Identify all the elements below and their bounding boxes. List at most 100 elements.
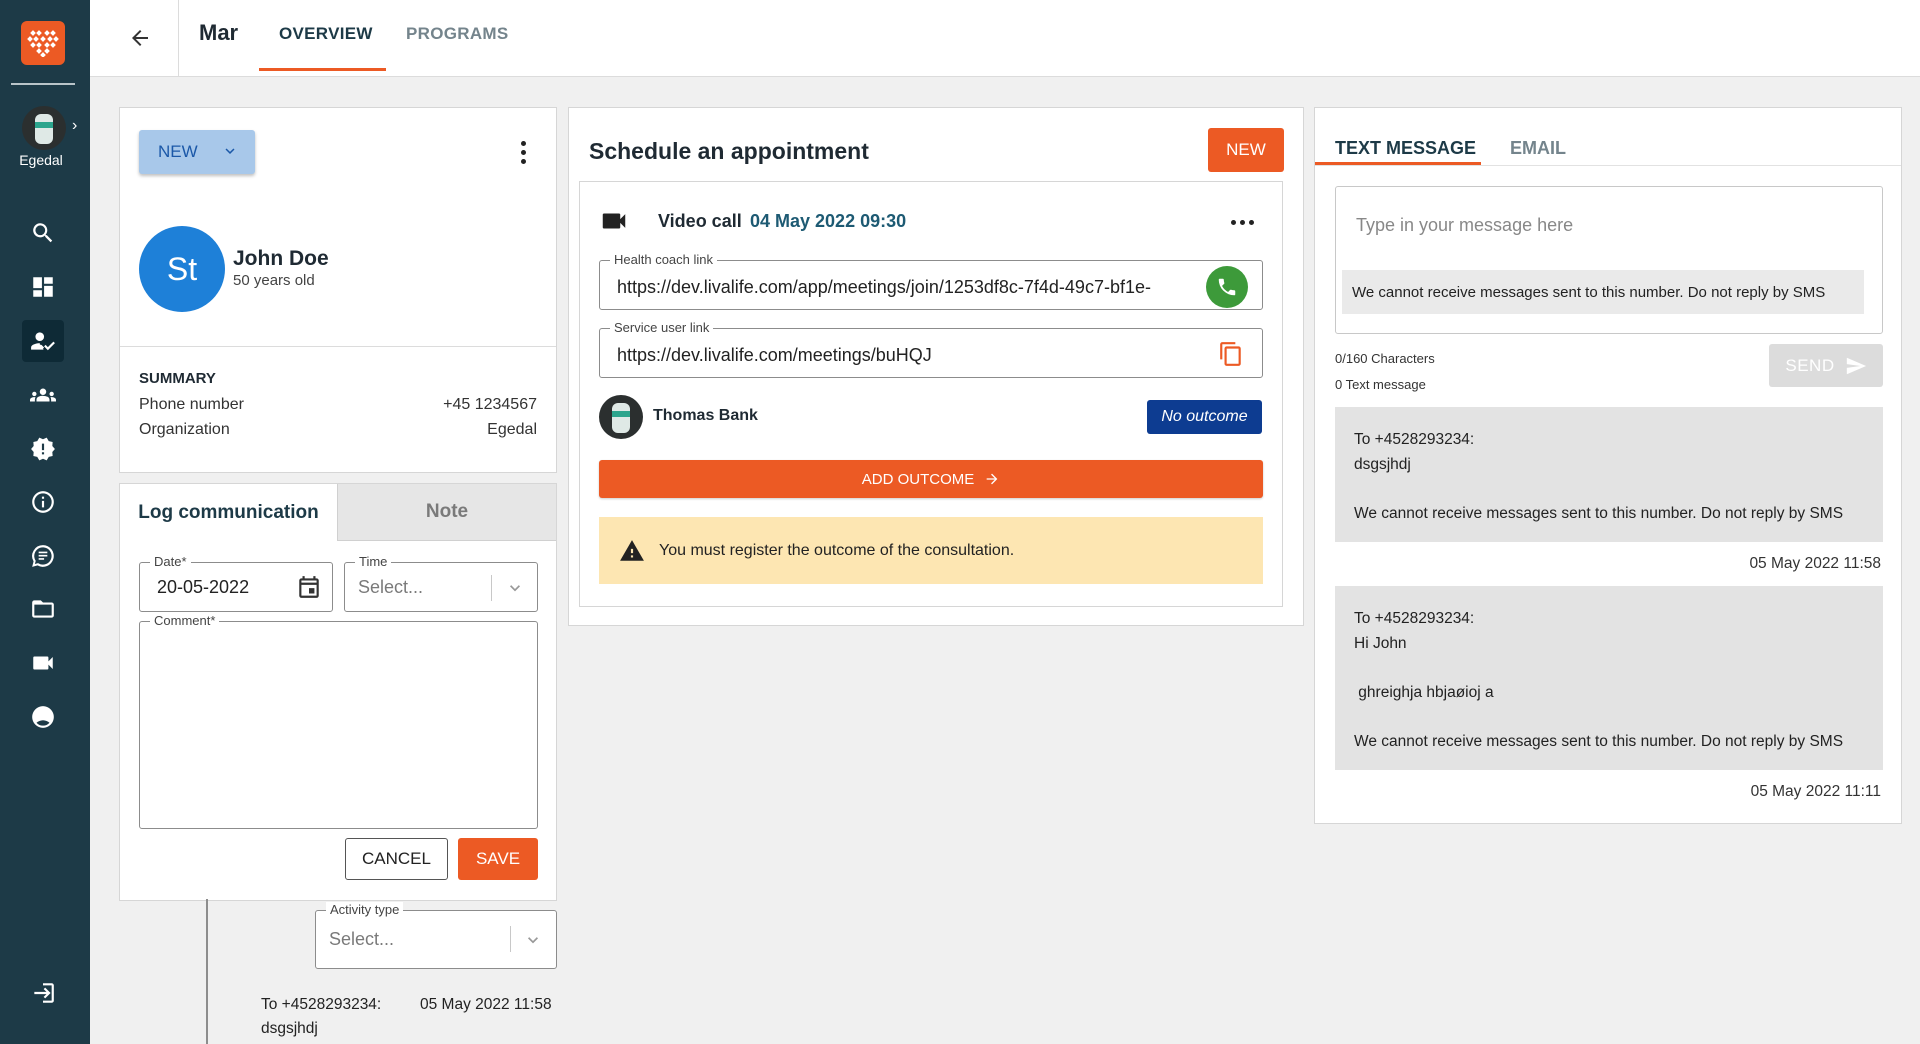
outcome-warning: You must register the outcome of the con… bbox=[599, 517, 1263, 584]
nav-folder[interactable] bbox=[22, 588, 64, 630]
patient-age: 50 years old bbox=[233, 272, 315, 289]
date-field[interactable]: Date* 20-05-2022 bbox=[139, 554, 333, 612]
date-label: Date* bbox=[150, 554, 191, 569]
user-avatar[interactable] bbox=[22, 106, 66, 150]
more-horizontal-icon[interactable] bbox=[1231, 220, 1254, 225]
summary-title: SUMMARY bbox=[139, 370, 216, 387]
patient-name: John Doe bbox=[233, 247, 329, 270]
app-logo[interactable] bbox=[21, 21, 65, 65]
nav-chat[interactable] bbox=[22, 535, 64, 577]
add-outcome-label: ADD OUTCOME bbox=[861, 470, 975, 488]
page-title: Mar bbox=[199, 20, 239, 45]
time-select[interactable]: Time Select... bbox=[344, 554, 538, 612]
message-line: ghreighja hbjaøioj a bbox=[1354, 683, 1494, 701]
send-label: SEND bbox=[1785, 355, 1835, 375]
tabs-divider bbox=[1315, 165, 1901, 166]
new-appointment-button[interactable]: NEW bbox=[1208, 128, 1284, 172]
health-coach-link-label: Health coach link bbox=[610, 252, 717, 267]
send-button[interactable]: SEND bbox=[1769, 344, 1883, 387]
chevron-down-icon bbox=[528, 937, 538, 944]
search-icon bbox=[33, 223, 53, 243]
logout-icon bbox=[34, 983, 54, 1003]
message-timestamp: 05 May 2022 11:58 bbox=[1749, 555, 1881, 572]
nav-search[interactable] bbox=[22, 212, 64, 254]
comment-textarea[interactable]: Comment* bbox=[139, 613, 538, 829]
activity-type-select[interactable]: Activity type Select... bbox=[315, 902, 557, 969]
nav-patients[interactable] bbox=[22, 320, 64, 362]
patient-card: NEW St John Doe 50 years old SUMMARY Pho… bbox=[119, 107, 557, 473]
new-dropdown-button[interactable]: NEW bbox=[139, 130, 255, 174]
service-user-link-field[interactable]: Service user link https://dev.livalife.c… bbox=[599, 320, 1263, 378]
tab-text-message[interactable]: TEXT MESSAGE bbox=[1335, 138, 1476, 159]
appointment-item: Video call 04 May 2022 09:30 Health coac… bbox=[579, 181, 1283, 607]
message-placeholder: Type in your message here bbox=[1356, 215, 1574, 235]
back-button[interactable] bbox=[120, 18, 160, 58]
tab-note[interactable]: Note bbox=[337, 484, 556, 541]
nav-groups[interactable] bbox=[22, 374, 64, 416]
heart-logo-icon bbox=[27, 30, 59, 57]
chat-icon bbox=[32, 545, 54, 567]
sms-disclaimer: We cannot receive messages sent to this … bbox=[1342, 270, 1864, 314]
calendar-icon[interactable] bbox=[296, 574, 322, 600]
nav-video[interactable] bbox=[22, 642, 64, 684]
active-tab-indicator bbox=[259, 68, 386, 71]
send-icon bbox=[1846, 357, 1866, 374]
sent-message: To +4528293234: dsgsjhdj We cannot recei… bbox=[1335, 407, 1883, 542]
message-input[interactable]: Type in your message here We cannot rece… bbox=[1335, 186, 1883, 334]
nav-info[interactable] bbox=[22, 481, 64, 523]
card-divider bbox=[120, 346, 556, 347]
nav-dashboard[interactable] bbox=[22, 266, 64, 308]
character-counter: 0/160 Characters bbox=[1335, 351, 1435, 366]
message-line bbox=[1354, 705, 1864, 730]
phone-label: Phone number bbox=[139, 396, 244, 413]
phone-value: +45 1234567 bbox=[443, 396, 537, 413]
warning-icon bbox=[620, 539, 644, 561]
sidebar-divider bbox=[11, 83, 75, 85]
comment-label: Comment* bbox=[150, 613, 220, 628]
health-coach-link-field[interactable]: Health coach link https://dev.livalife.c… bbox=[599, 252, 1263, 310]
warning-text: You must register the outcome of the con… bbox=[659, 541, 1015, 559]
folder-icon bbox=[32, 600, 54, 618]
message-line: Hi John bbox=[1354, 634, 1407, 652]
coach-name: Thomas Bank bbox=[653, 407, 758, 424]
timeline-line bbox=[206, 899, 208, 1044]
chevron-down-icon bbox=[225, 148, 235, 154]
start-call-button[interactable] bbox=[1206, 266, 1248, 308]
messaging-card: TEXT MESSAGE EMAIL Type in your message … bbox=[1314, 107, 1902, 824]
appointment-title: Schedule an appointment bbox=[589, 138, 869, 164]
message-recipient: To +4528293234: bbox=[1354, 610, 1475, 627]
sent-message: To +4528293234: Hi John ghreighja hbjaøi… bbox=[1335, 586, 1883, 770]
copy-icon[interactable] bbox=[1218, 341, 1244, 367]
info-icon bbox=[32, 491, 54, 513]
organization-value: Egedal bbox=[487, 421, 537, 438]
coach-avatar bbox=[599, 395, 643, 439]
activity-type-placeholder: Select... bbox=[329, 929, 395, 949]
topbar-divider bbox=[178, 0, 179, 77]
nav-account[interactable] bbox=[22, 696, 64, 738]
outcome-status-badge: No outcome bbox=[1147, 400, 1262, 434]
cancel-button[interactable]: CANCEL bbox=[345, 838, 448, 880]
tab-programs[interactable]: PROGRAMS bbox=[406, 24, 509, 44]
service-user-link: https://dev.livalife.com/meetings/buHQJ bbox=[617, 345, 932, 365]
nav-alerts[interactable] bbox=[22, 428, 64, 470]
appointment-type: Video call bbox=[658, 211, 742, 231]
new-dropdown-label: NEW bbox=[158, 142, 198, 161]
tab-log-communication[interactable]: Log communication bbox=[120, 484, 337, 541]
chevron-right-icon[interactable]: › bbox=[72, 117, 77, 135]
tab-overview[interactable]: OVERVIEW bbox=[279, 24, 373, 44]
add-outcome-button[interactable]: ADD OUTCOME bbox=[599, 460, 1263, 498]
video-icon bbox=[33, 656, 53, 670]
message-line: We cannot receive messages sent to this … bbox=[1354, 504, 1844, 522]
nav-logout[interactable] bbox=[22, 972, 64, 1014]
more-vertical-icon[interactable] bbox=[513, 137, 533, 167]
phone-icon bbox=[1218, 278, 1236, 296]
tab-email[interactable]: EMAIL bbox=[1510, 138, 1566, 159]
chevron-down-icon bbox=[510, 585, 520, 592]
arrow-right-icon bbox=[986, 473, 998, 485]
message-line: dsgsjhdj bbox=[1354, 455, 1411, 473]
health-coach-link: https://dev.livalife.com/app/meetings/jo… bbox=[617, 277, 1151, 297]
top-bar: Mar OVERVIEW PROGRAMS bbox=[90, 0, 1920, 77]
activity-type-label: Activity type bbox=[326, 902, 404, 917]
arrow-left-icon bbox=[132, 30, 148, 46]
save-button[interactable]: SAVE bbox=[458, 838, 538, 880]
